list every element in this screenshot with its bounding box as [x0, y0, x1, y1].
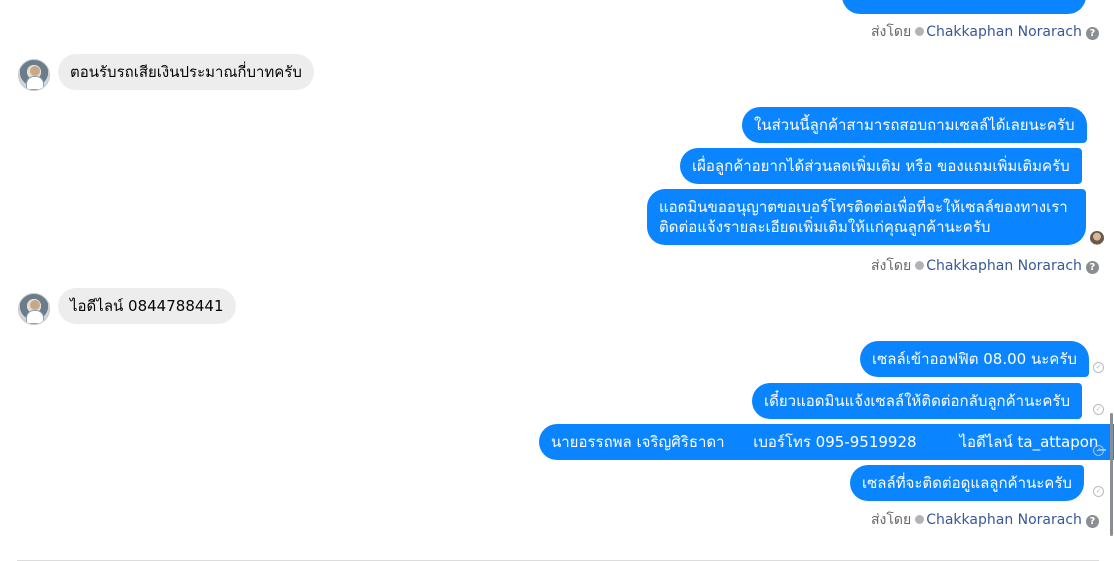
outgoing-message[interactable]: เซลล์ที่จะติดต่อดูแลลูกค้านะครับ [850, 465, 1084, 501]
user-avatar[interactable] [18, 59, 50, 91]
outgoing-message[interactable]: นายอรรถพล เจริญศิริธาดา เบอร์โทร 095-951… [539, 424, 1114, 460]
sent-by-line: ส่งโดย Chakkaphan Norarach? [871, 255, 1099, 277]
outgoing-message[interactable]: แอดมินขออนุญาตขอเบอร์โทรติดต่อเพื่อที่จะ… [647, 189, 1086, 245]
admin-shield-icon [915, 261, 925, 270]
help-icon[interactable]: ? [1085, 27, 1099, 40]
sent-by-line: ส่งโดย Chakkaphan Norarach? [871, 509, 1099, 531]
sent-check-icon: ✓ [1093, 445, 1104, 456]
help-icon[interactable]: ? [1085, 515, 1099, 528]
seen-avatar [1090, 231, 1104, 245]
incoming-message[interactable]: ไอดีไลน์ 0844788441 [58, 288, 236, 324]
admin-shield-icon [915, 27, 925, 36]
sender-name-link[interactable]: Chakkaphan Norarach [926, 258, 1082, 274]
sent-by-label: ส่งโดย [871, 24, 912, 40]
outgoing-message[interactable]: เซลล์เข้าออฟฟิต 08.00 นะครับ [860, 341, 1089, 377]
outgoing-message[interactable]: เดี๋ยวแอดมินแจ้งเซลล์ให้ติดต่อกลับลูกค้า… [752, 383, 1083, 419]
outgoing-message[interactable]: เผื่อลูกค้าอยากได้ส่วนลดเพิ่มเติม หรือ ข… [680, 148, 1082, 184]
sent-by-label: ส่งโดย [871, 258, 912, 274]
sender-name-link[interactable]: Chakkaphan Norarach [926, 512, 1082, 528]
sent-check-icon: ✓ [1093, 404, 1104, 415]
user-avatar[interactable] [18, 293, 50, 325]
incoming-message[interactable]: ตอนรับรถเสียเงินประมาณกี่บาทครับ [58, 54, 314, 90]
outgoing-message[interactable]: ในส่วนนี้ลูกค้าสามารถสอบถามเซลล์ได้เลยนะ… [742, 107, 1087, 143]
help-icon[interactable]: ? [1085, 261, 1099, 274]
sent-by-line: ส่งโดย Chakkaphan Norarach? [871, 21, 1099, 43]
scrollbar[interactable] [1110, 413, 1113, 536]
chat-thread: ส่งโดย Chakkaphan Norarach? ตอนรับรถเสียเ… [0, 0, 1114, 561]
sent-check-icon: ✓ [1093, 486, 1104, 497]
sent-check-icon: ✓ [1093, 362, 1104, 373]
sender-name-link[interactable]: Chakkaphan Norarach [926, 24, 1082, 40]
sent-by-label: ส่งโดย [871, 512, 912, 528]
outgoing-message[interactable] [842, 0, 1086, 14]
admin-shield-icon [915, 515, 925, 524]
